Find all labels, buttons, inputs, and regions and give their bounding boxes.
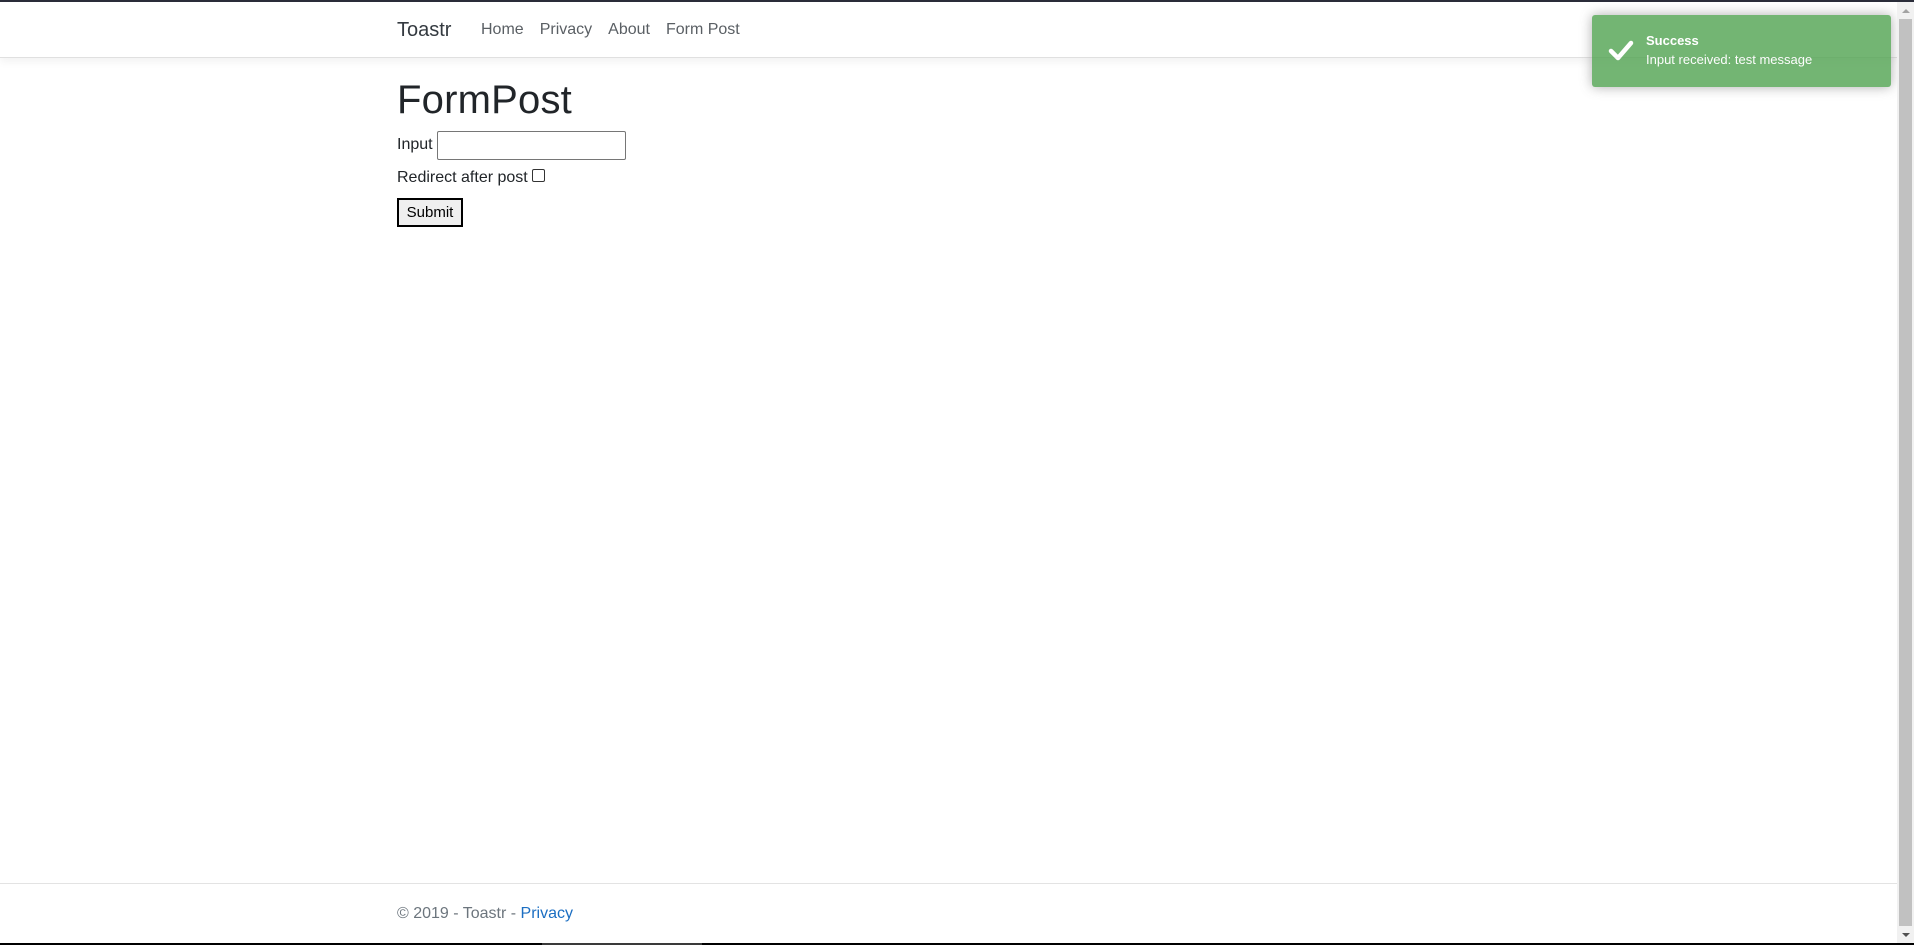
nav-link-home[interactable]: Home <box>473 21 532 39</box>
checkmark-icon <box>1608 40 1634 61</box>
toast-title: Success <box>1646 33 1699 48</box>
submit-button[interactable]: Submit <box>397 198 463 227</box>
input-label: Input <box>397 136 433 153</box>
nav-link-form-post[interactable]: Form Post <box>658 21 748 39</box>
page-title: FormPost <box>397 78 572 122</box>
form-post-form: Input Redirect after post Submit <box>397 130 626 227</box>
copyright-text: © 2019 - Toastr - <box>397 905 521 922</box>
nav-links: Home Privacy About Form Post <box>473 21 748 39</box>
redirect-label: Redirect after post <box>397 169 528 186</box>
nav-link-privacy[interactable]: Privacy <box>532 21 600 39</box>
scrollbar-thumb[interactable] <box>1899 19 1912 926</box>
scroll-up-button[interactable] <box>1897 2 1914 19</box>
success-toast[interactable]: Success Input received: test message <box>1592 15 1891 87</box>
vertical-scrollbar[interactable] <box>1897 2 1914 943</box>
arrow-down-icon <box>1901 932 1910 937</box>
toast-message: Input received: test message <box>1646 52 1813 67</box>
input-row: Input <box>397 130 626 160</box>
main-content: FormPost Input Redirect after post Submi… <box>397 76 626 227</box>
scroll-down-button[interactable] <box>1897 926 1914 943</box>
footer-privacy-link[interactable]: Privacy <box>521 905 573 922</box>
input-field[interactable] <box>436 130 626 160</box>
redirect-after-post-checkbox[interactable] <box>531 168 545 182</box>
navbar-brand[interactable]: Toastr <box>397 19 451 42</box>
arrow-up-icon <box>1901 8 1910 13</box>
redirect-row: Redirect after post <box>397 166 626 190</box>
nav-link-about[interactable]: About <box>600 21 658 39</box>
footer: © 2019 - Toastr - Privacy <box>0 883 1897 943</box>
footer-text: © 2019 - Toastr - Privacy <box>397 905 573 923</box>
